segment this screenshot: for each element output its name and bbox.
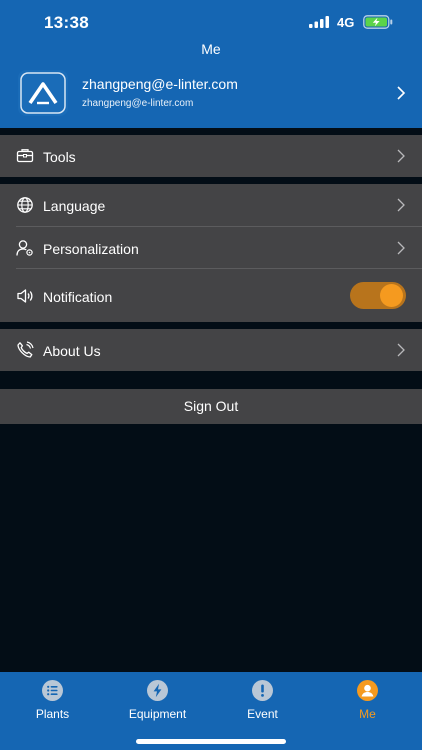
- home-indicator: [136, 739, 286, 744]
- profile-row[interactable]: zhangpeng@e-linter.com zhangpeng@e-linte…: [0, 66, 422, 120]
- status-time: 13:38: [44, 13, 89, 32]
- toggle-knob: [380, 284, 403, 307]
- speaker-icon: [17, 289, 33, 303]
- header: 13:38 4G Me zhangpeng@e-linter.com zhang…: [0, 0, 422, 128]
- chevron-right-icon: [397, 343, 405, 357]
- toolbox-icon: [16, 149, 34, 163]
- menu-item-tools[interactable]: Tools: [0, 135, 422, 177]
- tab-plants[interactable]: Plants: [0, 672, 105, 732]
- bolt-icon: [147, 680, 168, 701]
- cellular-signal-icon: [309, 16, 329, 28]
- person-icon: [357, 680, 378, 701]
- menu-item-language[interactable]: Language: [0, 184, 422, 226]
- page-title: Me: [201, 41, 221, 57]
- tab-event-label: Event: [247, 707, 278, 721]
- list-icon: [42, 680, 63, 701]
- tab-equipment-label: Equipment: [128, 707, 187, 721]
- language-label: Language: [43, 198, 106, 214]
- sign-out-button[interactable]: Sign Out: [0, 389, 422, 424]
- about-group: About Us: [0, 329, 422, 371]
- chevron-right-icon: [397, 198, 405, 212]
- profile-email-secondary: zhangpeng@e-linter.com: [82, 98, 194, 109]
- e-linter-logo-icon: [20, 72, 66, 114]
- tab-equipment[interactable]: Equipment: [105, 672, 210, 732]
- globe-icon: [17, 197, 33, 213]
- notification-toggle[interactable]: [350, 282, 406, 309]
- chevron-right-icon: [397, 241, 405, 255]
- chevron-right-icon: [397, 86, 406, 100]
- phone-icon: [17, 341, 34, 358]
- tools-group: Tools: [0, 135, 422, 177]
- profile-email: zhangpeng@e-linter.com: [82, 76, 238, 92]
- about-us-label: About Us: [43, 343, 101, 359]
- tab-event[interactable]: Event: [210, 672, 315, 732]
- menu-item-about-us[interactable]: About Us: [0, 329, 422, 371]
- battery-charging-icon: [363, 15, 393, 29]
- tab-me-label: Me: [359, 707, 376, 721]
- tools-label: Tools: [43, 149, 76, 165]
- notification-label: Notification: [43, 289, 113, 305]
- menu-item-personalization[interactable]: Personalization: [0, 227, 422, 269]
- tab-me[interactable]: Me: [315, 672, 420, 732]
- avatar[interactable]: [18, 70, 68, 116]
- alert-icon: [252, 680, 273, 701]
- tab-plants-label: Plants: [35, 707, 70, 721]
- personalization-label: Personalization: [43, 241, 139, 257]
- chevron-right-icon: [397, 149, 405, 163]
- status-bar: 13:38 4G: [0, 0, 422, 44]
- user-settings-icon: [16, 240, 33, 256]
- network-type: 4G: [337, 15, 355, 30]
